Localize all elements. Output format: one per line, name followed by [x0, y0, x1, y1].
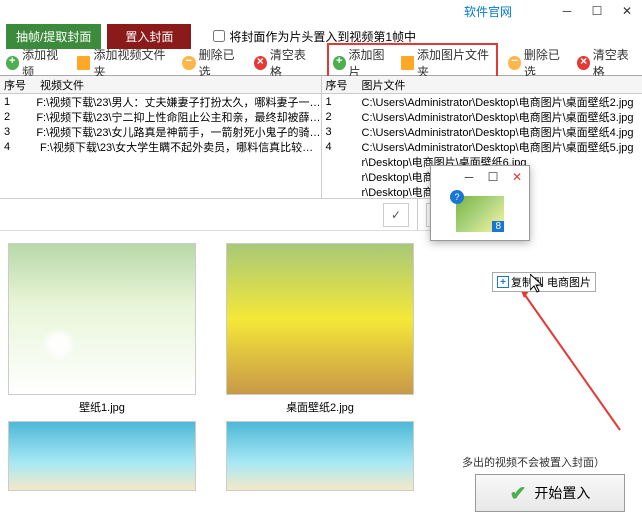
drag-maximize-button[interactable]: ☐: [481, 167, 505, 187]
add-video-button[interactable]: 添加视频: [6, 46, 67, 80]
add-icon: [6, 56, 19, 70]
clear-image-table-button[interactable]: 清空表格: [577, 46, 636, 80]
table-row[interactable]: 4F:\视频下载\23\女大学生瞒不起外卖员，哪料信真比较…: [0, 139, 321, 154]
table-row[interactable]: 2C:\Users\Administrator\Desktop\电商图片\桌面壁…: [322, 109, 642, 124]
add-image-button[interactable]: 添加图片: [333, 46, 391, 80]
x-icon: [254, 56, 267, 70]
add-video-folder-button[interactable]: 添加视频文件夹: [77, 46, 172, 80]
checkmark-icon: ✔: [510, 481, 527, 506]
file-item[interactable]: 壁纸1.jpg: [8, 243, 196, 491]
start-embed-button[interactable]: ✔ 开始置入: [475, 474, 625, 512]
minus-icon: [182, 56, 195, 70]
thumbnail-image: [226, 421, 414, 491]
x-icon: [577, 56, 590, 70]
table-row[interactable]: 4C:\Users\Administrator\Desktop\电商图片\桌面壁…: [322, 139, 642, 154]
drag-preview-window[interactable]: ─ ☐ ✕ ? 8: [430, 165, 530, 241]
file-explorer-window[interactable]: ✓ ↻ 壁纸1.jpg 桌面壁纸2.jpg: [0, 198, 460, 458]
thumbnail-image: [8, 421, 196, 491]
footer-note: 多出的视频不会被置入封面）: [462, 454, 605, 470]
cursor-icon: [530, 274, 546, 294]
delete-selected-image-button[interactable]: 删除已选: [508, 46, 567, 80]
add-image-folder-button[interactable]: 添加图片文件夹: [401, 46, 492, 80]
table-row[interactable]: 1F:\视频下载\23\男人：丈夫嫌妻子打扮太久，哪料妻子一…: [0, 94, 321, 109]
drag-count-badge: 8: [492, 221, 504, 232]
drag-minimize-button[interactable]: ─: [457, 167, 481, 187]
explorer-check-button[interactable]: ✓: [383, 203, 409, 227]
drag-thumbnail: ? 8: [456, 196, 504, 232]
close-button[interactable]: ✕: [612, 0, 642, 22]
table-row[interactable]: 2F:\视频下载\23\宁二抑上性命阻止公主和亲，最终却被薛…: [0, 109, 321, 124]
table-row[interactable]: 3F:\视频下载\23\女儿路真是神箭手，一箭射死小鬼子的骑…: [0, 124, 321, 139]
folder-icon: [77, 56, 90, 70]
folder-icon: [401, 56, 414, 70]
first-frame-check-input[interactable]: [213, 30, 225, 42]
official-site-link[interactable]: 软件官网: [464, 3, 512, 20]
file-item[interactable]: 桌面壁纸2.jpg: [226, 243, 414, 491]
table-row[interactable]: 1C:\Users\Administrator\Desktop\电商图片\桌面壁…: [322, 94, 642, 109]
delete-selected-video-button[interactable]: 删除已选: [182, 46, 243, 80]
clear-video-table-button[interactable]: 清空表格: [254, 46, 315, 80]
maximize-button[interactable]: ☐: [582, 0, 612, 22]
drag-close-button[interactable]: ✕: [505, 167, 529, 187]
file-name: 壁纸1.jpg: [8, 399, 196, 415]
thumbnail-image: [226, 243, 414, 395]
file-name: 桌面壁纸2.jpg: [226, 399, 414, 415]
annotation-arrow: [510, 280, 630, 440]
thumbnail-image: [8, 243, 196, 395]
minus-icon: [508, 56, 521, 70]
video-table-header: 序号 视频文件: [0, 76, 321, 94]
table-row[interactable]: 3C:\Users\Administrator\Desktop\电商图片\桌面壁…: [322, 124, 642, 139]
video-list[interactable]: 1F:\视频下载\23\男人：丈夫嫌妻子打扮太久，哪料妻子一…2F:\视频下载\…: [0, 94, 321, 214]
minimize-button[interactable]: ─: [552, 0, 582, 22]
add-icon: [333, 56, 346, 70]
image-table-header: 序号 图片文件: [322, 76, 642, 94]
plus-icon: +: [497, 276, 509, 288]
help-badge-icon: ?: [450, 190, 464, 204]
